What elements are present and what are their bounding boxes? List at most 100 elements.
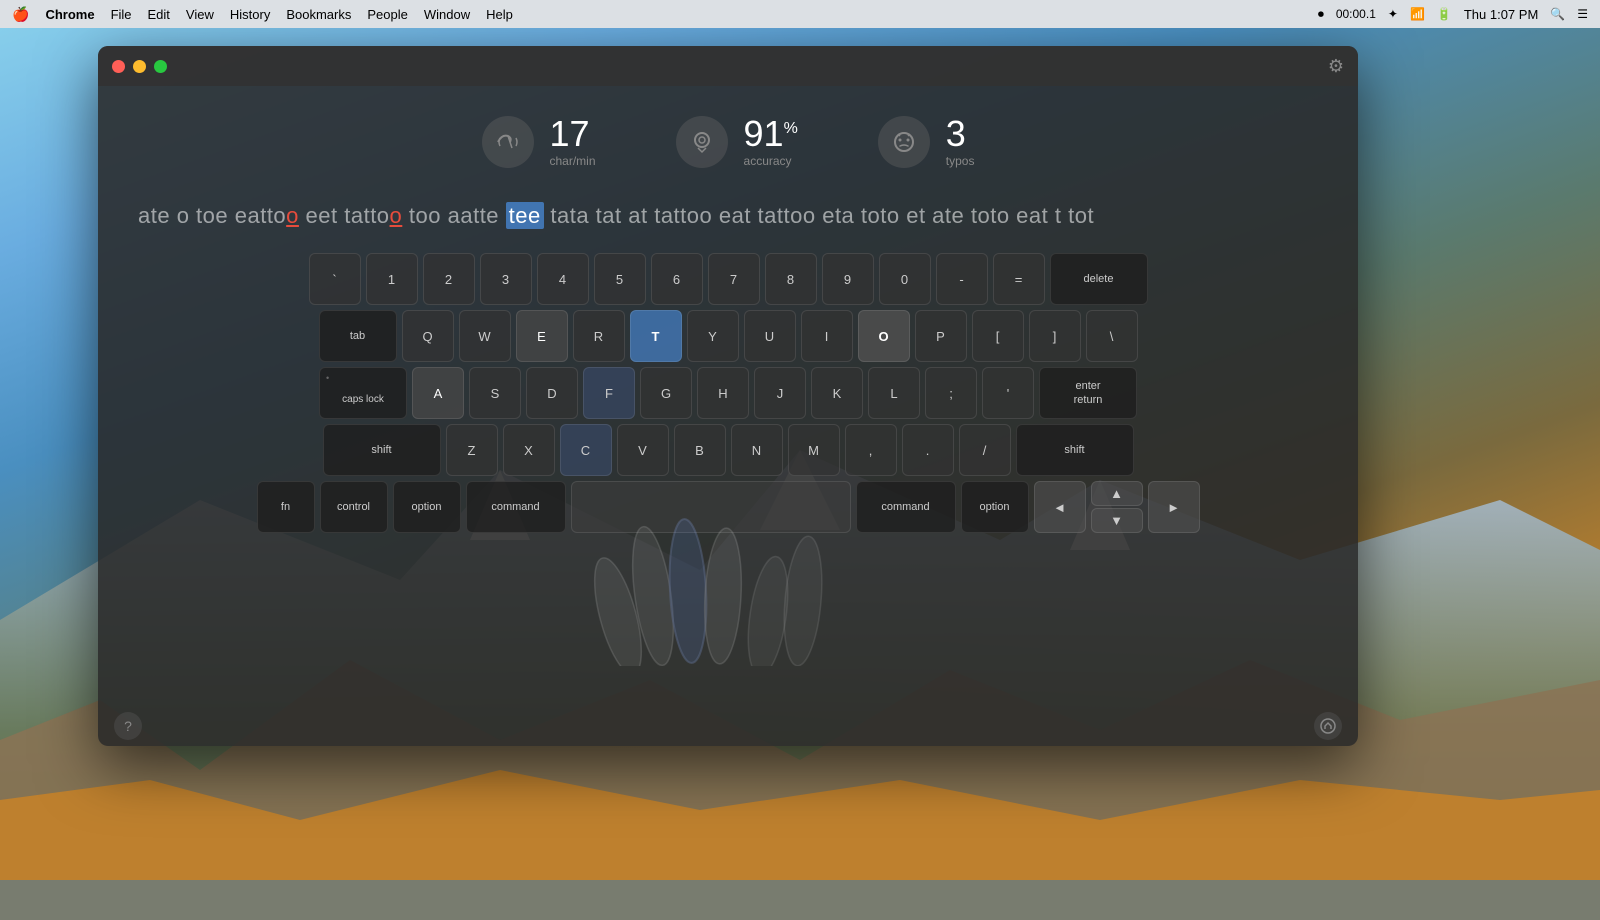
settings-button[interactable]: ⚙	[1328, 56, 1344, 77]
key-b[interactable]: B	[674, 424, 726, 476]
key-control[interactable]: control	[320, 481, 388, 533]
key-quote[interactable]: '	[982, 367, 1034, 419]
key-lbracket[interactable]: [	[972, 310, 1024, 362]
key-y[interactable]: Y	[687, 310, 739, 362]
key-2[interactable]: 2	[423, 253, 475, 305]
stats-button[interactable]	[1314, 712, 1342, 740]
key-slash[interactable]: /	[959, 424, 1011, 476]
speed-icon	[482, 116, 534, 168]
key-command-left[interactable]: command	[466, 481, 566, 533]
recording-indicator: ⏺	[1318, 7, 1324, 22]
key-arrow-up[interactable]: ▲	[1091, 481, 1143, 506]
accuracy-text: 91% accuracy	[744, 116, 798, 168]
key-rbracket[interactable]: ]	[1029, 310, 1081, 362]
key-option-left[interactable]: option	[393, 481, 461, 533]
speed-stat: 17 char/min	[482, 116, 596, 168]
key-c[interactable]: C	[560, 424, 612, 476]
key-5[interactable]: 5	[594, 253, 646, 305]
key-4[interactable]: 4	[537, 253, 589, 305]
key-z[interactable]: Z	[446, 424, 498, 476]
help-menu[interactable]: Help	[486, 7, 513, 22]
key-enter[interactable]: enter return	[1039, 367, 1137, 419]
key-m[interactable]: M	[788, 424, 840, 476]
key-p[interactable]: P	[915, 310, 967, 362]
edit-menu[interactable]: Edit	[148, 7, 170, 22]
keyboard-container: ` 1 2 3 4 5 6 7 8 9 0 - = delete tab Q W…	[98, 253, 1358, 558]
close-button[interactable]	[112, 60, 125, 73]
clock: Thu 1:07 PM	[1464, 7, 1538, 22]
key-n[interactable]: N	[731, 424, 783, 476]
key-q[interactable]: Q	[402, 310, 454, 362]
key-h[interactable]: H	[697, 367, 749, 419]
apple-menu[interactable]: 🍎	[12, 6, 29, 23]
window-footer: ?	[98, 706, 1358, 746]
key-1[interactable]: 1	[366, 253, 418, 305]
key-r[interactable]: R	[573, 310, 625, 362]
history-menu[interactable]: History	[230, 7, 270, 22]
key-arrow-right[interactable]: ►	[1148, 481, 1200, 533]
key-3[interactable]: 3	[480, 253, 532, 305]
key-shift-right[interactable]: shift	[1016, 424, 1134, 476]
key-a[interactable]: A	[412, 367, 464, 419]
key-fn[interactable]: fn	[257, 481, 315, 533]
minimize-button[interactable]	[133, 60, 146, 73]
key-u[interactable]: U	[744, 310, 796, 362]
help-button[interactable]: ?	[114, 712, 142, 740]
key-s[interactable]: S	[469, 367, 521, 419]
key-t[interactable]: T	[630, 310, 682, 362]
typed-text-2: eet tatto	[299, 203, 390, 228]
key-k[interactable]: K	[811, 367, 863, 419]
key-arrow-left[interactable]: ◄	[1034, 481, 1086, 533]
typos-value: 3	[946, 116, 975, 152]
accuracy-label: accuracy	[744, 154, 798, 168]
key-o[interactable]: O	[858, 310, 910, 362]
key-w[interactable]: W	[459, 310, 511, 362]
maximize-button[interactable]	[154, 60, 167, 73]
network-icon: ✦	[1388, 7, 1398, 21]
speed-label: char/min	[550, 154, 596, 168]
typos-icon	[878, 116, 930, 168]
key-arrow-down[interactable]: ▼	[1091, 508, 1143, 533]
key-capslock[interactable]: • caps lock	[319, 367, 407, 419]
key-d[interactable]: D	[526, 367, 578, 419]
key-8[interactable]: 8	[765, 253, 817, 305]
key-l[interactable]: L	[868, 367, 920, 419]
key-command-right[interactable]: command	[856, 481, 956, 533]
key-option-right[interactable]: option	[961, 481, 1029, 533]
key-6[interactable]: 6	[651, 253, 703, 305]
people-menu[interactable]: People	[367, 7, 407, 22]
key-v[interactable]: V	[617, 424, 669, 476]
key-semicolon[interactable]: ;	[925, 367, 977, 419]
app-name-menu[interactable]: Chrome	[45, 7, 94, 22]
key-x[interactable]: X	[503, 424, 555, 476]
key-minus[interactable]: -	[936, 253, 988, 305]
bookmarks-menu[interactable]: Bookmarks	[286, 7, 351, 22]
key-backtick[interactable]: `	[309, 253, 361, 305]
key-backslash[interactable]: \	[1086, 310, 1138, 362]
file-menu[interactable]: File	[111, 7, 132, 22]
key-period[interactable]: .	[902, 424, 954, 476]
key-7[interactable]: 7	[708, 253, 760, 305]
key-f[interactable]: F	[583, 367, 635, 419]
view-menu[interactable]: View	[186, 7, 214, 22]
key-g[interactable]: G	[640, 367, 692, 419]
key-comma[interactable]: ,	[845, 424, 897, 476]
key-0[interactable]: 0	[879, 253, 931, 305]
key-shift-left[interactable]: shift	[323, 424, 441, 476]
accuracy-value: 91%	[744, 116, 798, 152]
search-icon[interactable]: 🔍	[1550, 7, 1565, 21]
typos-text: 3 typos	[946, 116, 975, 168]
window-menu[interactable]: Window	[424, 7, 470, 22]
menu-icon[interactable]: ☰	[1577, 7, 1588, 21]
desktop: ⚙ 17 char/min	[0, 28, 1600, 920]
typed-text-3: too aatte	[402, 203, 505, 228]
key-delete[interactable]: delete	[1050, 253, 1148, 305]
key-9[interactable]: 9	[822, 253, 874, 305]
key-space[interactable]	[571, 481, 851, 533]
key-e[interactable]: E	[516, 310, 568, 362]
key-tab[interactable]: tab	[319, 310, 397, 362]
key-i[interactable]: I	[801, 310, 853, 362]
error-1: o	[286, 203, 299, 228]
key-j[interactable]: J	[754, 367, 806, 419]
key-equals[interactable]: =	[993, 253, 1045, 305]
